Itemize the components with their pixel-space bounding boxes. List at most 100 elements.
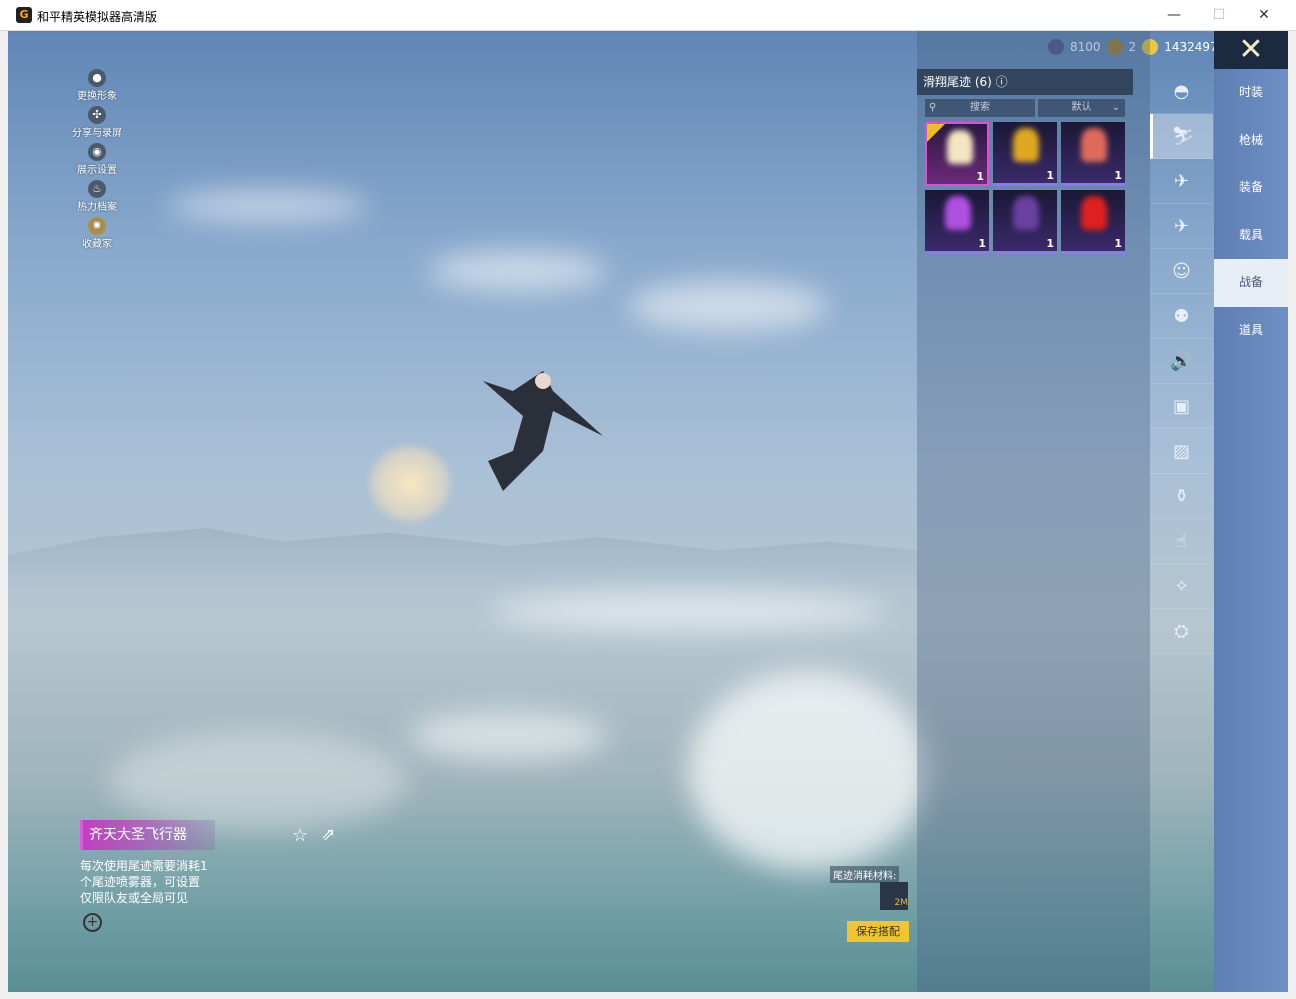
chevron-down-icon: ⌄	[1111, 102, 1120, 113]
trail-item[interactable]: 1	[925, 190, 989, 254]
ticket-tab[interactable]: ▣	[1150, 384, 1213, 429]
landing-tab[interactable]: ⛭	[1150, 609, 1213, 654]
plane-icon: ✈	[1173, 216, 1190, 237]
cloud	[628, 281, 828, 331]
app-icon: G	[16, 7, 32, 23]
game-viewport: 8100 2 1432497 ● 更换形象 ✣ 分享与录屏 ◉ 展示设置 ♨ 热力档案 …	[8, 31, 1288, 992]
label: 热力档案	[77, 202, 117, 213]
left-menu: ● 更换形象 ✣ 分享与录屏 ◉ 展示设置 ♨ 热力档案 ✺ 收藏家	[66, 69, 128, 254]
photo-tab[interactable]: ▨	[1150, 429, 1213, 474]
drone-tab[interactable]: ✈	[1150, 159, 1213, 204]
speaker-icon: 🔊	[1170, 351, 1193, 372]
sort-dropdown[interactable]: 默认 ⌄	[1038, 99, 1125, 117]
sort-value: 默认	[1071, 102, 1092, 113]
parachute-icon: ⛷	[1171, 126, 1195, 147]
favorite-icon[interactable]: ☆	[292, 825, 308, 846]
search-icon: ⚲	[929, 102, 937, 113]
trail-preview	[1013, 196, 1039, 230]
cloud	[688, 671, 928, 871]
parachute-tab[interactable]: ⛷	[1150, 114, 1213, 159]
save-outfit-button[interactable]: 保存搭配	[847, 921, 909, 942]
bot-icon: ⚉	[1173, 306, 1190, 327]
panel-title: 滑翔尾迹 (6) ⓘ	[917, 69, 1133, 95]
category-tab[interactable]: 枪械	[1214, 117, 1288, 165]
item-name: 齐天大圣飞行器	[80, 820, 215, 850]
drone-icon: ✈	[1173, 171, 1190, 192]
display-settings-button[interactable]: ◉ 展示设置	[66, 143, 128, 180]
share-icon: ✣	[88, 106, 106, 124]
category-tab[interactable]: 装备	[1214, 164, 1288, 212]
material-label: 尾迹消耗材料:	[830, 866, 900, 883]
minimize-button[interactable]: —	[1154, 4, 1194, 26]
trail-preview	[1081, 128, 1107, 162]
collector-icon: ✺	[88, 217, 106, 235]
trail-preview	[947, 130, 973, 164]
item-count: 1	[976, 170, 984, 183]
maximize-button[interactable]: ☐	[1199, 4, 1239, 26]
close-window-button[interactable]: ✕	[1244, 4, 1284, 26]
tap-tab[interactable]: ☝	[1150, 519, 1213, 564]
item-panel: 滑翔尾迹 (6) ⓘ ⚲ 搜索 默认 ⌄ 1 1 1 1 1 1	[917, 31, 1150, 992]
trail-preview	[945, 196, 971, 230]
category-tab[interactable]: 时装	[1214, 69, 1288, 117]
item-grid: 1 1 1 1 1 1	[925, 122, 1125, 254]
search-placeholder: 搜索	[970, 102, 990, 113]
desc-line: 个尾迹喷雾器，可设置	[80, 875, 201, 889]
tap-icon: ☝	[1176, 531, 1187, 552]
trail-item[interactable]: 1	[993, 190, 1057, 254]
search-input[interactable]: ⚲ 搜索	[925, 99, 1035, 117]
sparkle-tab[interactable]: ✧	[1150, 564, 1213, 609]
trail-glow	[370, 446, 450, 521]
category-tab[interactable]: 载具	[1214, 212, 1288, 260]
emote-tab[interactable]: ☺	[1150, 249, 1213, 294]
item-description: 每次使用尾迹需要消耗1 个尾迹喷雾器，可设置 仅限队友或全局可见	[80, 858, 230, 906]
item-count: 1	[1046, 237, 1054, 250]
mountains	[8, 528, 918, 591]
cloud	[408, 711, 608, 761]
emote-icon: ☺	[1172, 261, 1191, 282]
bot-tab[interactable]: ⚉	[1150, 294, 1213, 339]
spray-tab[interactable]: ⚱	[1150, 474, 1213, 519]
landing-icon: ⛭	[1174, 621, 1189, 642]
subcategory-tabs: ◓ ⛷ ✈ ✈ ☺ ⚉ 🔊 ▣ ▨ ⚱ ☝ ✧ ⛭	[1150, 69, 1213, 654]
label: 收藏家	[82, 239, 112, 250]
collector-button[interactable]: ✺ 收藏家	[66, 217, 128, 254]
hat-icon: ◓	[1173, 81, 1190, 102]
check-icon	[927, 124, 945, 142]
change-appearance-button[interactable]: ● 更换形象	[66, 69, 128, 106]
cloud	[488, 591, 888, 631]
material-item[interactable]: 2M	[880, 882, 908, 910]
share-record-button[interactable]: ✣ 分享与录屏	[66, 106, 128, 143]
close-button[interactable]: ✕	[1214, 31, 1288, 69]
category-tab[interactable]: 道具	[1214, 307, 1288, 355]
item-count: 1	[978, 237, 986, 250]
eye-icon: ◉	[88, 143, 106, 161]
cloud	[428, 251, 608, 291]
spray-icon: ⚱	[1173, 486, 1190, 507]
item-count: 1	[1114, 169, 1122, 182]
heat-profile-button[interactable]: ♨ 热力档案	[66, 180, 128, 217]
label: 分享与录屏	[72, 128, 122, 139]
window-title: 和平精英模拟器高清版	[37, 10, 158, 24]
trail-item[interactable]: 1	[925, 122, 989, 186]
share-icon[interactable]: ⇗	[321, 825, 335, 845]
help-icon[interactable]: ⓘ	[996, 75, 1008, 89]
cloud	[108, 731, 408, 831]
trail-item[interactable]: 1	[1061, 122, 1125, 186]
trail-preview	[1081, 196, 1107, 230]
panel-title-text: 滑翔尾迹 (6)	[923, 75, 992, 89]
desc-line: 每次使用尾迹需要消耗1	[80, 859, 208, 873]
zoom-in-icon[interactable]: +	[83, 913, 102, 932]
trail-preview	[1013, 128, 1039, 162]
ticket-icon: ▣	[1172, 396, 1190, 417]
trail-item[interactable]: 1	[993, 122, 1057, 186]
hat-tab[interactable]: ◓	[1150, 69, 1213, 114]
plane-tab[interactable]: ✈	[1150, 204, 1213, 249]
speaker-tab[interactable]: 🔊	[1150, 339, 1213, 384]
trail-item[interactable]: 1	[1061, 190, 1125, 254]
character-model	[483, 371, 603, 491]
category-tab[interactable]: 战备	[1214, 259, 1288, 307]
category-tabs: 时装 枪械 装备 载具 战备 道具	[1214, 69, 1288, 992]
item-count: 1	[1114, 237, 1122, 250]
desc-line: 仅限队友或全局可见	[80, 891, 189, 905]
